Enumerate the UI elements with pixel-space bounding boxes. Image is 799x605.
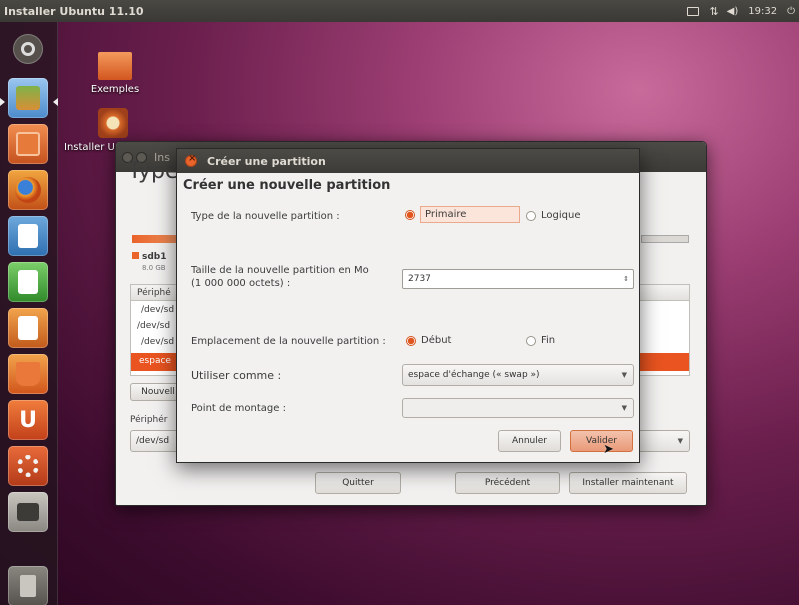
drive-color-icon [132,252,139,259]
workspaces-icon[interactable] [8,492,48,532]
top-panel: Installer Ubuntu 11.10 ⇅ ◀) 19:32 ⏻ [0,0,799,22]
table-row[interactable]: /dev/sd [141,337,174,347]
dash-icon[interactable] [13,34,43,64]
partition-type-label: Type de la nouvelle partition : [191,211,340,222]
desktop-item-exemples[interactable]: Exemples [90,52,140,95]
ok-button[interactable]: Valider [570,430,633,452]
drive-size: 8.0 GB [142,264,166,272]
mail-icon[interactable] [687,6,700,16]
location-label: Emplacement de la nouvelle partition : [191,336,386,347]
folder-icon [98,52,132,80]
radio-unchecked-icon [526,335,536,346]
chevron-down-icon: ▼ [621,404,627,412]
desktop-item-label: Installer U [64,142,115,153]
network-icon[interactable]: ⇅ [709,5,718,18]
launcher: U [0,22,58,605]
size-label: Taille de la nouvelle partition en Mo (1… [191,265,369,289]
use-as-select[interactable]: espace d'échange (« swap ») ▼ [402,364,634,386]
clock[interactable]: 19:32 [748,6,777,17]
installer-heading: Type [128,159,179,184]
radio-end[interactable]: Fin [526,335,555,346]
writer-icon[interactable] [8,216,48,256]
table-row[interactable]: /dev/sd [141,305,174,315]
installer-icon [98,108,128,138]
quit-button[interactable]: Quitter [315,472,401,494]
mount-point-label: Point de montage : [191,403,286,414]
running-pip [0,98,5,106]
radio-checked-icon [405,209,415,220]
radio-checked-icon [406,335,416,346]
cursor-icon: ➤ [603,442,614,457]
size-input[interactable]: 2737 ⇕ [402,269,634,289]
chevron-down-icon: ▼ [677,437,683,445]
boot-loader-label: Périphér [130,415,168,425]
radio-primary[interactable]: Primaire [405,206,520,223]
create-partition-dialog: Créer une partition Créer une nouvelle p… [176,148,640,463]
desktop-item-label: Exemples [90,84,140,95]
files-icon[interactable] [8,124,48,164]
table-row[interactable]: /dev/sd [137,321,170,331]
partition-bar-free [641,235,689,243]
firefox-icon[interactable] [8,170,48,210]
dialog-title: Créer une partition [207,154,326,168]
mount-point-select[interactable]: ▼ [402,398,634,418]
window-title: Installer Ubuntu 11.10 [4,4,144,18]
radio-logical[interactable]: Logique [526,210,580,221]
install-now-button[interactable]: Installer maintenant [569,472,687,494]
indicator-area: ⇅ ◀) 19:32 ⏻ [687,0,795,22]
ubuntu-one-icon[interactable]: U [8,400,48,440]
back-button[interactable]: Précédent [455,472,560,494]
cancel-button[interactable]: Annuler [498,430,561,452]
power-icon[interactable]: ⏻ [787,6,795,17]
trash-icon[interactable] [8,566,48,605]
calc-icon[interactable] [8,262,48,302]
spin-icon[interactable]: ⇕ [623,275,629,283]
impress-icon[interactable] [8,308,48,348]
chevron-down-icon: ▼ [621,371,627,379]
use-as-label: Utiliser comme : [191,369,282,382]
dialog-heading: Créer une nouvelle partition [183,178,391,193]
close-icon[interactable] [185,153,197,167]
radio-start[interactable]: Début [406,335,451,346]
drive-label: sdb1 [132,252,167,262]
software-center-icon[interactable] [8,354,48,394]
settings-icon[interactable] [8,446,48,486]
active-pip [53,98,58,106]
radio-unchecked-icon [526,210,536,221]
volume-icon[interactable]: ◀) [727,6,739,17]
desktop-icon[interactable] [8,78,48,118]
dialog-titlebar: Créer une partition [177,149,639,173]
